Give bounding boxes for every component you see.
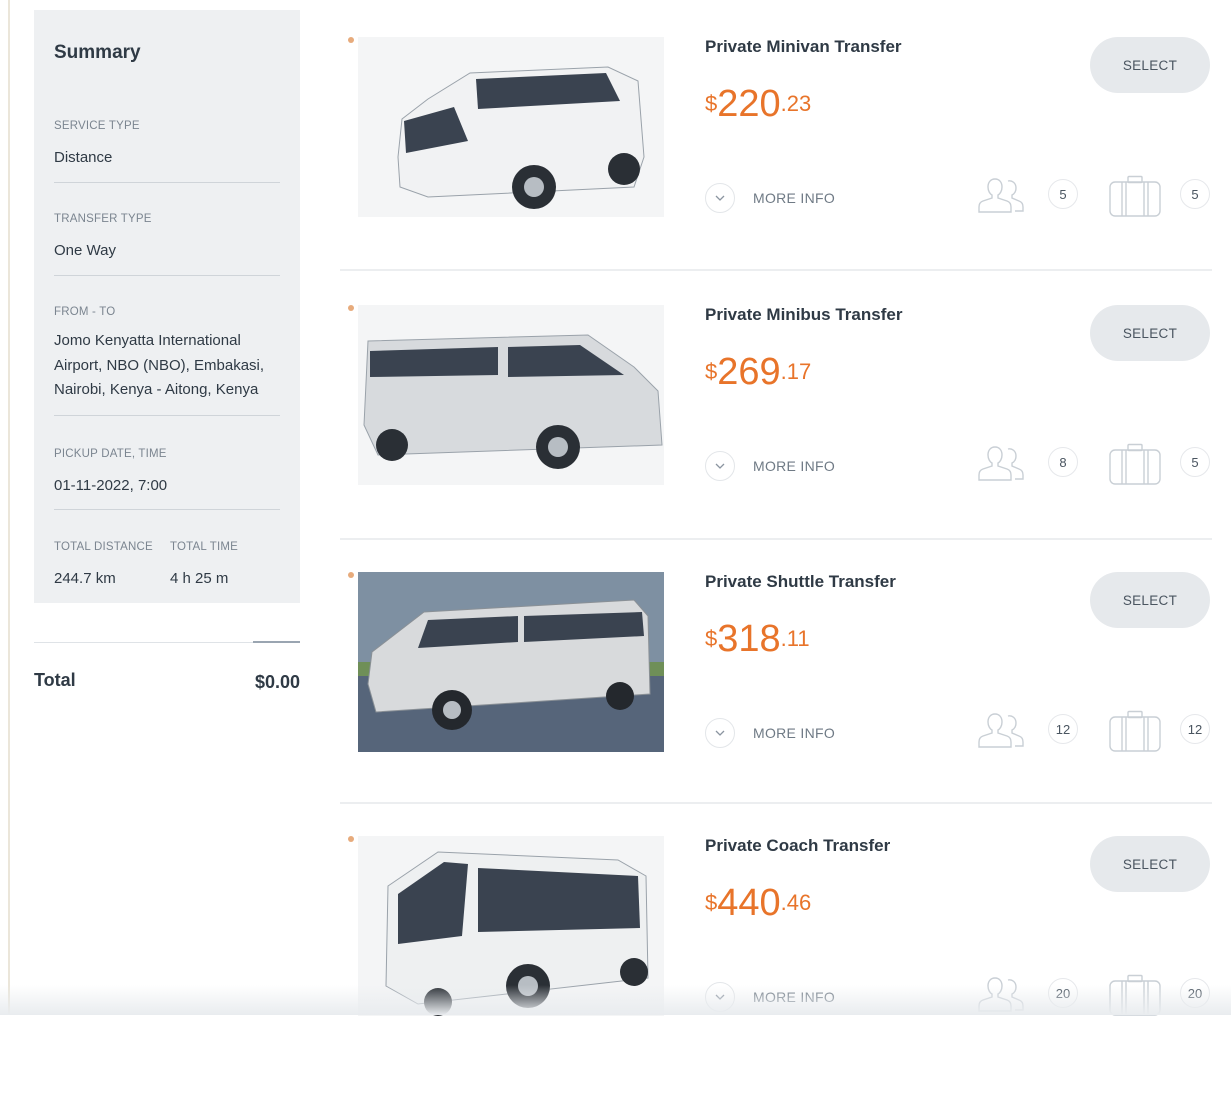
total-distance-value: 244.7 km	[54, 570, 116, 587]
total-distance-label: TOTAL DISTANCE	[54, 541, 153, 553]
total-value: $0.00	[254, 672, 300, 692]
summary-panel: Summary SERVICE TYPE Distance TRANSFER T…	[34, 10, 300, 603]
price-currency: $	[705, 359, 718, 384]
more-info-label[interactable]: MORE INFO	[753, 725, 835, 741]
divider	[54, 182, 280, 183]
price-integer: 220	[717, 83, 781, 125]
people-icon	[975, 173, 1027, 220]
passenger-count-badge: 5	[1048, 179, 1078, 209]
passenger-count-badge: 12	[1048, 714, 1078, 744]
total-distance: TOTAL DISTANCE 244.7 km	[54, 541, 170, 592]
vehicle-title: Private Minivan Transfer	[705, 37, 902, 56]
luggage-count-badge: 5	[1180, 179, 1210, 209]
left-border	[8, 0, 10, 1015]
vehicle-card-3: Private Shuttle Transfer $318.11 MORE IN…	[340, 572, 1210, 839]
pickup-value: 01-11-2022, 7:00	[54, 477, 168, 494]
price-integer: 440	[717, 882, 781, 924]
chevron-down-icon[interactable]	[705, 451, 735, 481]
price-decimal: .11	[780, 626, 810, 651]
price-decimal: .23	[780, 91, 812, 116]
status-dot	[348, 305, 354, 311]
from-to-label: FROM - TO	[54, 306, 116, 318]
summary-title: Summary	[54, 42, 141, 63]
status-dot	[348, 572, 354, 578]
people-icon	[975, 441, 1027, 488]
more-info-toggle[interactable]: MORE INFO	[705, 183, 835, 213]
vehicle-image-shuttle	[358, 572, 664, 752]
suitcase-icon	[1108, 175, 1162, 222]
bottom-edge	[0, 985, 1231, 1015]
card-divider	[340, 538, 1212, 540]
status-dot	[348, 836, 354, 842]
passenger-count-badge: 8	[1048, 447, 1078, 477]
vehicle-title: Private Coach Transfer	[705, 836, 891, 855]
service-type-value: Distance	[54, 149, 113, 166]
chevron-down-icon[interactable]	[705, 718, 735, 748]
price-integer: 318	[717, 618, 781, 660]
select-button[interactable]: SELECT	[1090, 37, 1210, 93]
card-divider	[340, 269, 1212, 271]
people-icon	[975, 708, 1027, 755]
luggage-count-badge: 5	[1180, 447, 1210, 477]
price-currency: $	[705, 890, 718, 915]
more-info-toggle[interactable]: MORE INFO	[705, 718, 835, 748]
suitcase-icon	[1108, 443, 1162, 490]
select-button[interactable]: SELECT	[1090, 836, 1210, 892]
from-to-value: Jomo Kenyatta International Airport, NBO…	[54, 332, 265, 398]
price-decimal: .46	[780, 890, 812, 915]
price-integer: 269	[717, 351, 781, 393]
vehicle-price: $220.23	[705, 83, 811, 126]
vehicle-price: $318.11	[705, 618, 810, 661]
suitcase-icon	[1108, 710, 1162, 757]
divider	[54, 415, 280, 416]
vehicle-card-2: Private Minibus Transfer $269.17 MORE IN…	[340, 305, 1210, 572]
vehicle-card-1: Private Minivan Transfer $220.23 MORE IN…	[340, 37, 1210, 304]
service-type: SERVICE TYPE Distance	[54, 120, 280, 171]
pickup-label: PICKUP DATE, TIME	[54, 448, 167, 460]
price-currency: $	[705, 626, 718, 651]
total-label: Total	[34, 670, 76, 690]
from-to: FROM - TO Jomo Kenyatta International Ai…	[54, 306, 280, 403]
total-time-value: 4 h 25 m	[170, 570, 229, 587]
distance-time: TOTAL DISTANCE 244.7 km TOTAL TIME 4 h 2…	[54, 541, 280, 592]
more-info-label[interactable]: MORE INFO	[753, 458, 835, 474]
card-divider	[340, 802, 1212, 804]
more-info-toggle[interactable]: MORE INFO	[705, 451, 835, 481]
vehicle-image-minivan	[358, 37, 664, 217]
more-info-label[interactable]: MORE INFO	[753, 190, 835, 206]
total-divider-accent	[253, 641, 300, 643]
vehicle-title: Private Shuttle Transfer	[705, 572, 896, 591]
price-decimal: .17	[780, 359, 812, 384]
vehicle-price: $440.46	[705, 882, 811, 925]
transfer-type-label: TRANSFER TYPE	[54, 213, 152, 225]
vehicle-title: Private Minibus Transfer	[705, 305, 903, 324]
transfer-type-value: One Way	[54, 242, 116, 259]
select-button[interactable]: SELECT	[1090, 572, 1210, 628]
divider	[54, 509, 280, 510]
vehicle-image-minibus	[358, 305, 664, 485]
price-currency: $	[705, 91, 718, 116]
total-time: TOTAL TIME 4 h 25 m	[170, 541, 238, 592]
vehicle-price: $269.17	[705, 351, 811, 394]
chevron-down-icon[interactable]	[705, 183, 735, 213]
vehicle-card-4: Private Coach Transfer $440.46 MORE INFO…	[340, 836, 1210, 1103]
service-type-label: SERVICE TYPE	[54, 120, 140, 132]
luggage-count-badge: 12	[1180, 714, 1210, 744]
status-dot	[348, 37, 354, 43]
pickup-date-time: PICKUP DATE, TIME 01-11-2022, 7:00	[54, 448, 280, 499]
total-time-label: TOTAL TIME	[170, 541, 239, 553]
transfer-type: TRANSFER TYPE One Way	[54, 213, 280, 264]
divider	[54, 275, 280, 276]
select-button[interactable]: SELECT	[1090, 305, 1210, 361]
